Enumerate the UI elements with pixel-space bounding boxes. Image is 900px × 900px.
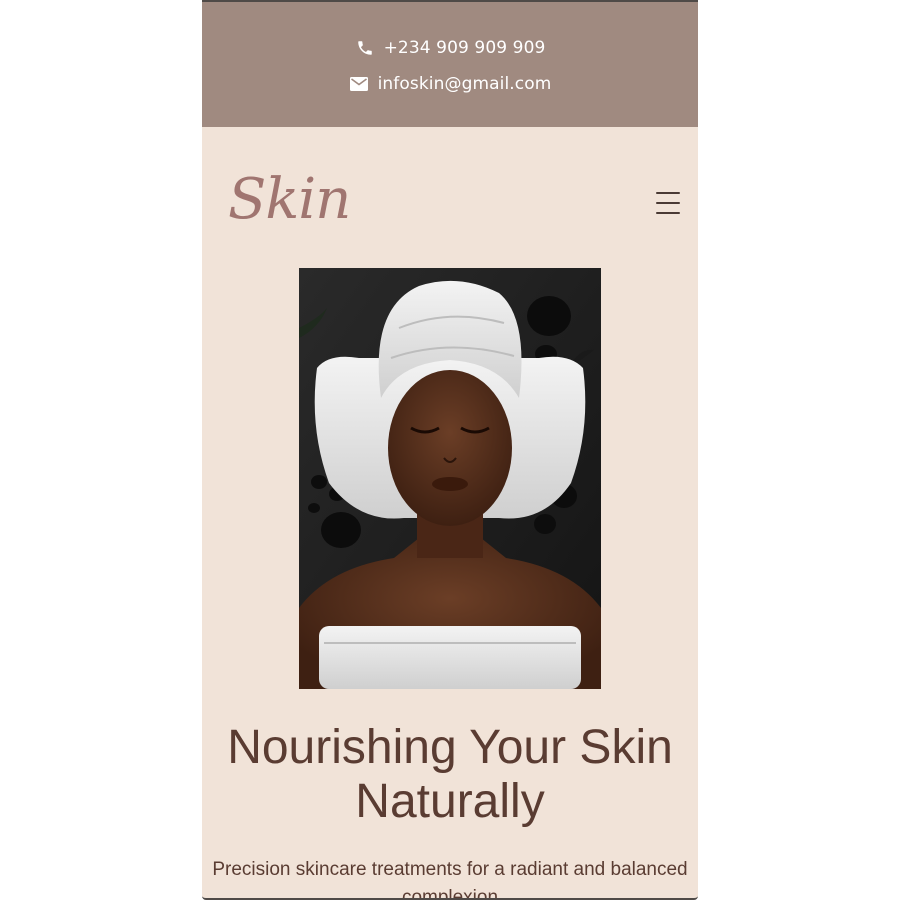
site-header: Skin: [202, 127, 698, 267]
phone-number: +234 909 909 909: [383, 38, 546, 58]
mail-icon: [349, 74, 369, 94]
hero-title: Nourishing Your Skin Naturally: [227, 721, 673, 828]
hero-subtitle: Precision skincare treatments for a radi…: [212, 859, 688, 900]
email-address: infoskin@gmail.com: [377, 74, 552, 94]
site-logo[interactable]: Skin: [228, 167, 351, 232]
email-link[interactable]: infoskin@gmail.com: [202, 72, 698, 96]
mobile-viewport: +234 909 909 909 infoskin@gmail.com Skin: [202, 0, 698, 900]
phone-icon: [355, 38, 375, 58]
hero-image: [299, 268, 601, 689]
phone-link[interactable]: +234 909 909 909: [202, 36, 698, 60]
contact-bar: +234 909 909 909 infoskin@gmail.com: [202, 2, 698, 127]
hamburger-menu-icon[interactable]: [654, 190, 682, 216]
